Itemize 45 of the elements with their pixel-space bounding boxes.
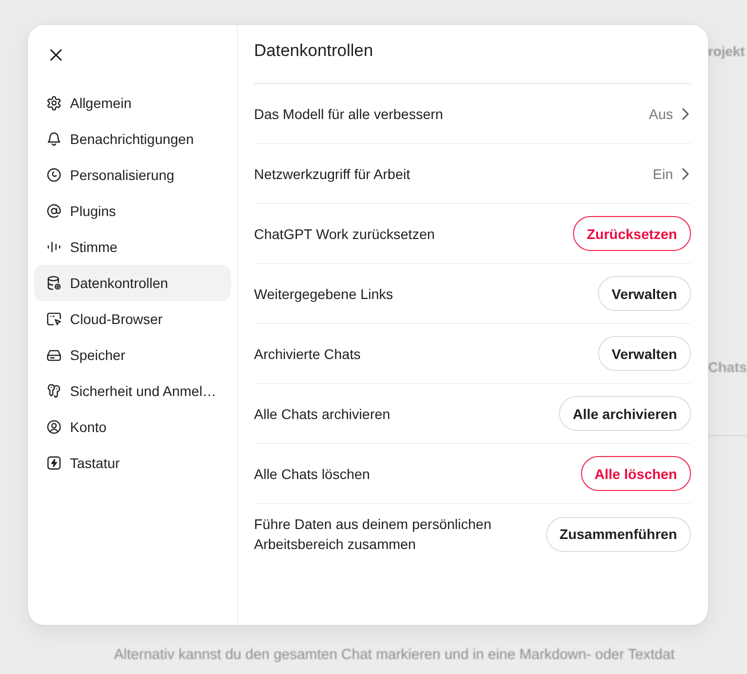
setting-label: Alle Chats löschen	[254, 464, 370, 484]
setting-label: Archivierte Chats	[254, 344, 361, 364]
window-cursor-icon	[46, 311, 62, 327]
sidebar-item[interactable]: Benachrichtigungen	[34, 121, 231, 157]
setting-value-link[interactable]: Ein	[652, 166, 691, 182]
user-circle-icon	[46, 419, 62, 435]
sidebar-item[interactable]: Tastatur	[34, 445, 231, 481]
setting-label: Weitergegebene Links	[254, 284, 394, 304]
sidebar-item[interactable]: Personalisierung	[34, 157, 231, 193]
background-paragraph: Alternativ kannst du den gesamten Chat markieren und in eine Markdown- oder Textdat	[114, 646, 676, 665]
waveform-icon	[46, 239, 62, 255]
panel-title: Datenkontrollen	[254, 25, 691, 84]
lightning-square-icon	[46, 455, 62, 471]
sidebar-item[interactable]: Speicher	[34, 337, 231, 373]
action-button[interactable]: Verwalten	[598, 276, 691, 311]
swirl-circle-icon	[46, 167, 62, 183]
close-icon	[50, 49, 62, 61]
setting-label: Das Modell für alle verbessern	[254, 104, 444, 124]
sidebar-item[interactable]: Datenkontrollen	[34, 265, 231, 301]
danger-button[interactable]: Alle löschen	[580, 456, 691, 491]
sidebar-item[interactable]: Konto	[34, 409, 231, 445]
chevron-right-icon	[682, 108, 689, 120]
action-button[interactable]: Alle archivieren	[558, 396, 691, 431]
setting-label: Alle Chats archivieren	[254, 404, 390, 424]
bell-icon	[46, 131, 62, 147]
database-gear-icon	[46, 275, 62, 291]
chevron-right-icon	[682, 168, 689, 180]
background-heading: rojekt	[708, 43, 745, 61]
action-button[interactable]: Zusammenführen	[546, 516, 691, 552]
danger-button[interactable]: Zurücksetzen	[572, 216, 691, 251]
drive-icon	[46, 347, 62, 363]
action-button[interactable]: Verwalten	[598, 336, 691, 371]
setting-label: ChatGPT Work zurücksetzen	[254, 224, 435, 244]
background-text: Chats	[708, 358, 747, 377]
sidebar-item[interactable]: Plugins	[34, 193, 231, 229]
sidebar-item[interactable]: Allgemein	[34, 85, 231, 121]
setting-label: Führe Daten aus deinem persönlichen Arbeitsbereich zusammen	[254, 515, 492, 554]
sidebar-item[interactable]: Cloud-Browser	[34, 301, 231, 337]
at-sign-icon	[46, 203, 62, 219]
setting-value-link[interactable]: Aus	[648, 106, 691, 122]
sidebar-item[interactable]: Sicherheit und Anmel…	[34, 373, 231, 409]
setting-label: Netzwerkzugriff für Arbeit	[254, 164, 410, 184]
gear-icon	[46, 95, 62, 111]
sidebar-item[interactable]: Stimme	[34, 229, 231, 265]
keys-icon	[46, 383, 62, 399]
